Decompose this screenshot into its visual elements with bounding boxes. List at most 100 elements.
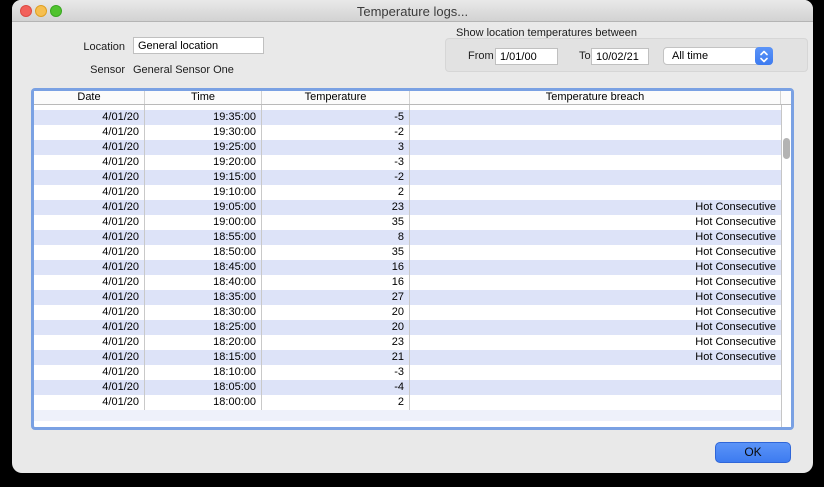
cell-temperature: -3 xyxy=(262,365,410,380)
temperature-log-table: Date Time Temperature Temperature breach… xyxy=(31,88,794,430)
table-row[interactable]: 4/01/2019:05:0023Hot Consecutive xyxy=(34,200,781,215)
table-row[interactable]: 4/01/2019:20:00-3 xyxy=(34,155,781,170)
cell-breach xyxy=(410,125,781,140)
cell-date: 4/01/20 xyxy=(34,260,145,275)
location-input[interactable] xyxy=(133,37,264,54)
cell-temperature: 16 xyxy=(262,275,410,290)
cell-temperature: 2 xyxy=(262,185,410,200)
cell-date: 4/01/20 xyxy=(34,125,145,140)
cell-time: 19:15:00 xyxy=(145,170,262,185)
cell-breach: Hot Consecutive xyxy=(410,335,781,350)
column-header-temperature-breach[interactable]: Temperature breach xyxy=(410,91,781,104)
sensor-label: Sensor xyxy=(42,64,125,76)
cell-breach: Hot Consecutive xyxy=(410,305,781,320)
cell-breach: Hot Consecutive xyxy=(410,260,781,275)
table-body: 4/01/2019:40:0044/01/2019:35:00-54/01/20… xyxy=(34,105,781,427)
cell-time: 18:45:00 xyxy=(145,260,262,275)
table-row[interactable]: 4/01/2018:55:008Hot Consecutive xyxy=(34,230,781,245)
cell-date: 4/01/20 xyxy=(34,215,145,230)
table-row[interactable]: 4/01/2019:10:002 xyxy=(34,185,781,200)
column-header-scroll-spacer xyxy=(781,91,791,104)
column-header-temperature[interactable]: Temperature xyxy=(262,91,410,104)
cell-breach: Hot Consecutive xyxy=(410,275,781,290)
cell-breach xyxy=(410,170,781,185)
time-range-dropdown[interactable]: All time xyxy=(663,47,773,65)
column-header-time[interactable]: Time xyxy=(145,91,262,104)
table-header: Date Time Temperature Temperature breach xyxy=(34,91,791,105)
cell-breach xyxy=(410,380,781,395)
time-range-selected-value: All time xyxy=(672,50,708,62)
table-row[interactable]: 4/01/2018:25:0020Hot Consecutive xyxy=(34,320,781,335)
cell-date: 4/01/20 xyxy=(34,350,145,365)
cell-breach xyxy=(410,185,781,200)
cell-time: 18:05:00 xyxy=(145,380,262,395)
cell-breach xyxy=(410,155,781,170)
to-label: To xyxy=(579,50,591,62)
cell-time: 18:40:00 xyxy=(145,275,262,290)
cell-time: 18:25:00 xyxy=(145,320,262,335)
cell-date: 4/01/20 xyxy=(34,365,145,380)
from-label: From xyxy=(468,50,494,62)
table-row[interactable]: 4/01/2018:50:0035Hot Consecutive xyxy=(34,245,781,260)
table-row[interactable]: 4/01/2018:05:00-4 xyxy=(34,380,781,395)
cell-breach xyxy=(410,365,781,380)
cell-temperature: 21 xyxy=(262,350,410,365)
cell-breach: Hot Consecutive xyxy=(410,245,781,260)
cell-date: 4/01/20 xyxy=(34,185,145,200)
table-row[interactable]: 4/01/2018:35:0027Hot Consecutive xyxy=(34,290,781,305)
cell-temperature: -2 xyxy=(262,170,410,185)
cell-temperature: 23 xyxy=(262,200,410,215)
cell-date: 4/01/20 xyxy=(34,170,145,185)
cell-date: 4/01/20 xyxy=(34,275,145,290)
cell-date: 4/01/20 xyxy=(34,335,145,350)
cell-time: 18:30:00 xyxy=(145,305,262,320)
cell-time: 18:15:00 xyxy=(145,350,262,365)
cell-temperature: 8 xyxy=(262,230,410,245)
scrollbar-thumb[interactable] xyxy=(783,138,790,159)
title-bar: Temperature logs... xyxy=(12,0,813,22)
cell-date: 4/01/20 xyxy=(34,395,145,410)
table-row[interactable]: 4/01/2018:45:0016Hot Consecutive xyxy=(34,260,781,275)
cell-time: 18:20:00 xyxy=(145,335,262,350)
cell-date: 4/01/20 xyxy=(34,245,145,260)
cell-breach xyxy=(410,110,781,125)
cell-time: 19:20:00 xyxy=(145,155,262,170)
cell-breach: Hot Consecutive xyxy=(410,215,781,230)
cell-breach xyxy=(410,395,781,410)
cell-temperature: 20 xyxy=(262,320,410,335)
cell-date: 4/01/20 xyxy=(34,140,145,155)
cell-temperature: -4 xyxy=(262,380,410,395)
table-row[interactable]: 4/01/2018:10:00-3 xyxy=(34,365,781,380)
cell-temperature: 23 xyxy=(262,335,410,350)
table-row[interactable]: 4/01/2019:35:00-5 xyxy=(34,110,781,125)
empty-row-band xyxy=(34,410,781,421)
table-row[interactable]: 4/01/2018:15:0021Hot Consecutive xyxy=(34,350,781,365)
vertical-scrollbar[interactable] xyxy=(781,105,791,427)
cell-time: 19:00:00 xyxy=(145,215,262,230)
cell-time: 18:55:00 xyxy=(145,230,262,245)
table-row[interactable]: 4/01/2019:00:0035Hot Consecutive xyxy=(34,215,781,230)
table-row[interactable]: 4/01/2018:40:0016Hot Consecutive xyxy=(34,275,781,290)
cell-time: 19:25:00 xyxy=(145,140,262,155)
filter-groupbox: From To All time xyxy=(445,38,808,72)
cell-temperature: 35 xyxy=(262,245,410,260)
table-row[interactable]: 4/01/2019:25:003 xyxy=(34,140,781,155)
ok-button[interactable]: OK xyxy=(715,442,791,463)
cell-time: 19:30:00 xyxy=(145,125,262,140)
cell-temperature: 20 xyxy=(262,305,410,320)
table-row[interactable]: 4/01/2018:20:0023Hot Consecutive xyxy=(34,335,781,350)
cell-temperature: 3 xyxy=(262,140,410,155)
to-date-input[interactable] xyxy=(591,48,649,65)
column-header-date[interactable]: Date xyxy=(34,91,145,104)
cell-temperature: 35 xyxy=(262,215,410,230)
from-date-input[interactable] xyxy=(495,48,558,65)
table-row[interactable]: 4/01/2018:30:0020Hot Consecutive xyxy=(34,305,781,320)
cell-breach: Hot Consecutive xyxy=(410,320,781,335)
cell-date: 4/01/20 xyxy=(34,230,145,245)
cell-date: 4/01/20 xyxy=(34,380,145,395)
table-row[interactable]: 4/01/2018:00:002 xyxy=(34,395,781,410)
table-row[interactable]: 4/01/2019:30:00-2 xyxy=(34,125,781,140)
temperature-logs-window: Temperature logs... Location Sensor Gene… xyxy=(12,0,813,473)
cell-temperature: 27 xyxy=(262,290,410,305)
table-row[interactable]: 4/01/2019:15:00-2 xyxy=(34,170,781,185)
